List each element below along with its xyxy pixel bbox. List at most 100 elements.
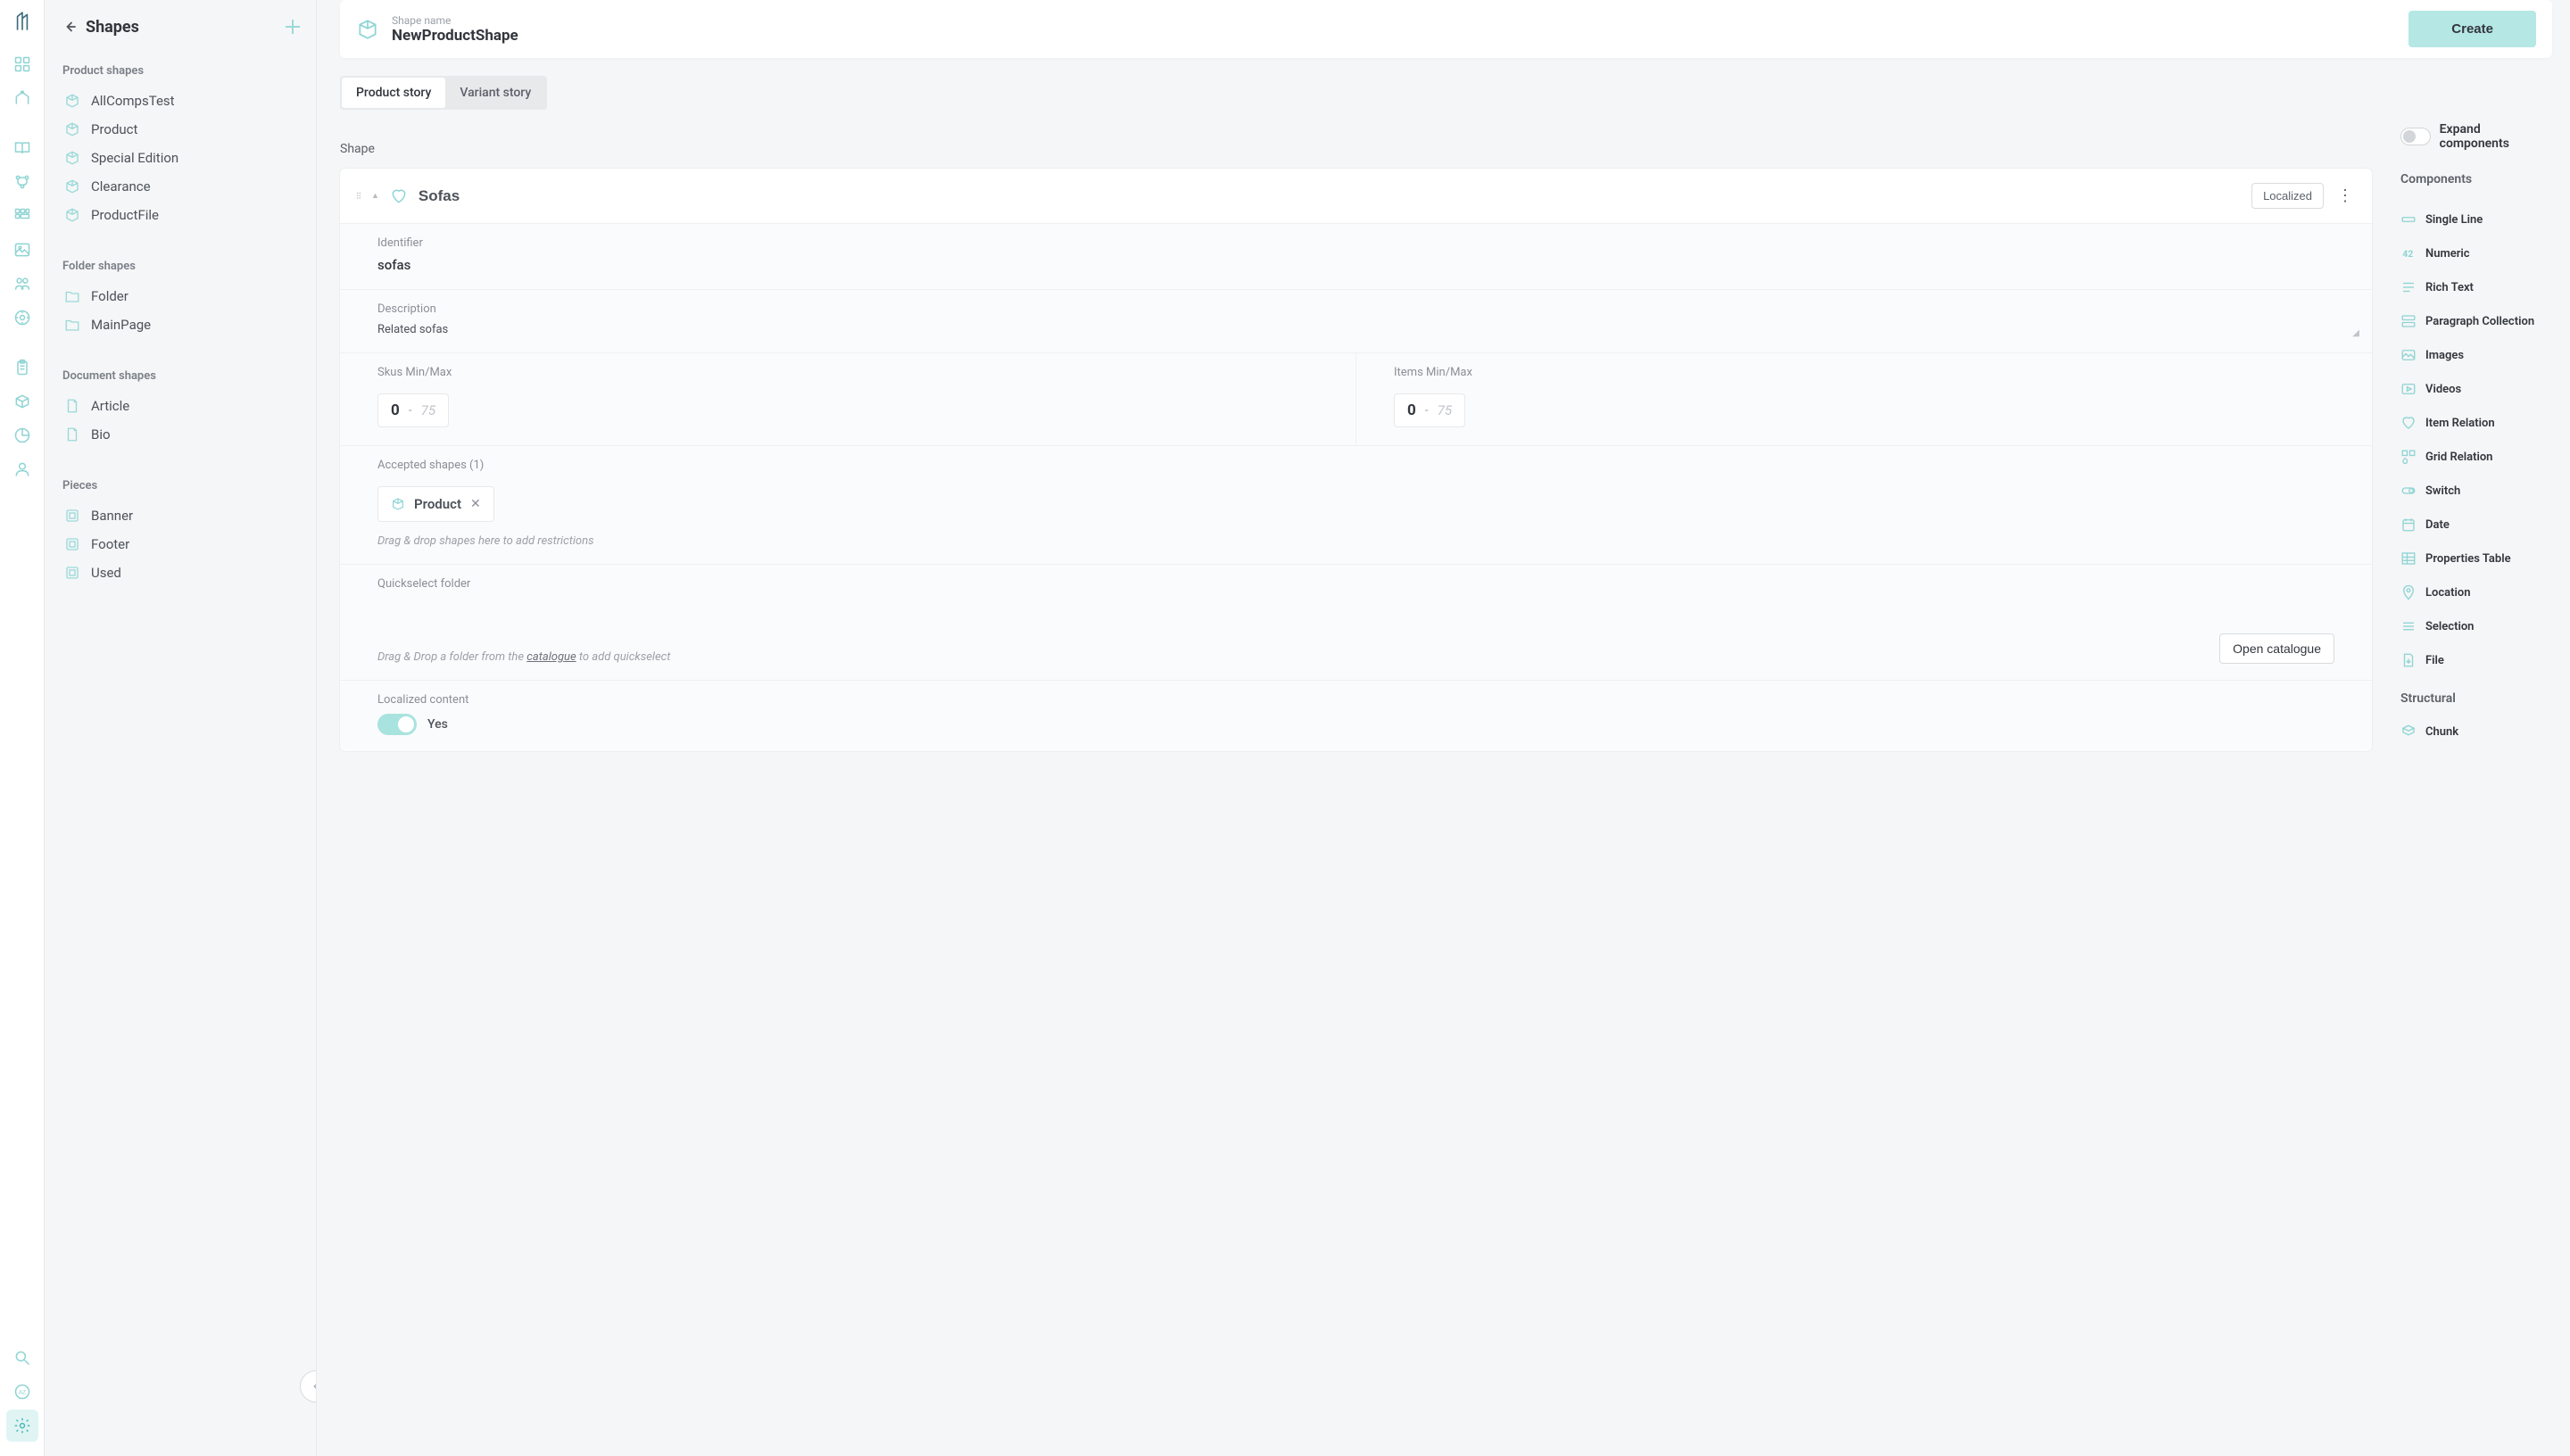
sidebar-item[interactable]: Article bbox=[61, 392, 303, 420]
sidebar-item-label: Product bbox=[91, 121, 137, 137]
description-label: Description bbox=[377, 302, 2334, 316]
component-numeric[interactable]: 42 Numeric bbox=[2400, 236, 2552, 270]
sidebar-item[interactable]: Special Edition bbox=[61, 144, 303, 172]
comp-label: Rich Text bbox=[2425, 281, 2474, 294]
grid-relation-icon bbox=[2400, 449, 2417, 465]
hint-pre: Drag & Drop a folder from the bbox=[377, 650, 526, 664]
rail-catalogue-icon[interactable] bbox=[6, 48, 38, 80]
collapse-icon[interactable]: ▲ bbox=[371, 191, 379, 201]
rail-search-icon[interactable] bbox=[6, 1342, 38, 1374]
comp-label: Numeric bbox=[2425, 247, 2470, 261]
skus-label: Skus Min/Max bbox=[377, 366, 1318, 379]
sidebar-item-label: Article bbox=[91, 398, 129, 414]
back-arrow-icon[interactable] bbox=[61, 18, 79, 36]
component-item-relation[interactable]: Item Relation bbox=[2400, 406, 2552, 440]
section-title-folder: Folder shapes bbox=[62, 260, 303, 273]
shape-name-value[interactable]: NewProductShape bbox=[392, 27, 2396, 45]
localized-yes-label: Yes bbox=[427, 717, 448, 732]
rail-book-icon[interactable] bbox=[6, 132, 38, 164]
rail-clipboard-icon[interactable] bbox=[6, 352, 38, 384]
rail-translate-icon[interactable]: AZ bbox=[6, 1376, 38, 1408]
resize-handle-icon[interactable]: ◢ bbox=[2352, 328, 2359, 338]
sidebar-item-label: Banner bbox=[91, 508, 133, 524]
rail-orders-icon[interactable] bbox=[6, 82, 38, 114]
rail-grid-icon[interactable] bbox=[6, 200, 38, 232]
identifier-label: Identifier bbox=[377, 236, 2334, 250]
sidebar-item[interactable]: Bio bbox=[61, 420, 303, 449]
component-paragraph[interactable]: Paragraph Collection bbox=[2400, 304, 2552, 338]
component-file[interactable]: File bbox=[2400, 643, 2552, 677]
sidebar-item-label: ProductFile bbox=[91, 207, 159, 223]
comp-label: Paragraph Collection bbox=[2425, 315, 2534, 328]
expand-components-toggle[interactable] bbox=[2400, 128, 2431, 145]
rail-cube-icon[interactable] bbox=[6, 385, 38, 418]
localized-toggle[interactable] bbox=[377, 714, 417, 735]
collapse-sidebar-button[interactable] bbox=[300, 1370, 317, 1402]
description-value[interactable]: Related sofas bbox=[377, 323, 2334, 336]
rail-settings-icon[interactable] bbox=[6, 1410, 38, 1442]
sidebar-item-label: Special Edition bbox=[91, 150, 178, 166]
file-icon bbox=[2400, 652, 2417, 668]
remove-chip-icon[interactable]: ✕ bbox=[470, 497, 481, 511]
component-date[interactable]: Date bbox=[2400, 508, 2552, 542]
product-shape-icon bbox=[356, 18, 379, 41]
tabs: Product story Variant story bbox=[340, 76, 547, 110]
component-single-line[interactable]: Single Line bbox=[2400, 203, 2552, 236]
sidebar-item[interactable]: AllCompsTest bbox=[61, 87, 303, 115]
tab-variant-story[interactable]: Variant story bbox=[445, 78, 545, 108]
identifier-value[interactable]: sofas bbox=[377, 257, 2334, 273]
component-videos[interactable]: Videos bbox=[2400, 372, 2552, 406]
skus-minmax-input[interactable]: 0 - 75 bbox=[377, 393, 449, 427]
component-rich-text[interactable]: Rich Text bbox=[2400, 270, 2552, 304]
open-catalogue-button[interactable]: Open catalogue bbox=[2219, 633, 2334, 664]
rail-pipeline-icon[interactable] bbox=[6, 166, 38, 198]
component-images[interactable]: Images bbox=[2400, 338, 2552, 372]
numeric-icon: 42 bbox=[2400, 245, 2417, 261]
more-icon[interactable]: ⋮ bbox=[2334, 186, 2356, 205]
dash: - bbox=[409, 403, 412, 418]
comp-label: Chunk bbox=[2425, 725, 2458, 739]
localized-button[interactable]: Localized bbox=[2251, 183, 2324, 209]
sidebar-item[interactable]: Clearance bbox=[61, 172, 303, 201]
rail-users-icon[interactable] bbox=[6, 268, 38, 300]
section-title-pieces: Pieces bbox=[62, 479, 303, 492]
heart-icon bbox=[390, 187, 408, 205]
rail-image-icon[interactable] bbox=[6, 234, 38, 266]
sidebar-item[interactable]: Used bbox=[61, 558, 303, 587]
sidebar-title: Shapes bbox=[86, 18, 275, 37]
sidebar-item[interactable]: MainPage bbox=[61, 310, 303, 339]
component-switch[interactable]: Switch bbox=[2400, 474, 2552, 508]
component-location[interactable]: Location bbox=[2400, 575, 2552, 609]
chip-label: Product bbox=[414, 496, 461, 512]
selection-icon bbox=[2400, 618, 2417, 634]
drag-handle-icon[interactable]: ⁝⁝ bbox=[356, 190, 361, 202]
section-title-product: Product shapes bbox=[62, 64, 303, 78]
component-properties-table[interactable]: Properties Table bbox=[2400, 542, 2552, 575]
document-icon bbox=[64, 426, 80, 443]
card-title-input[interactable] bbox=[419, 187, 2241, 205]
items-minmax-input[interactable]: 0 - 75 bbox=[1394, 393, 1465, 427]
component-selection[interactable]: Selection bbox=[2400, 609, 2552, 643]
rail-webhooks-icon[interactable] bbox=[6, 302, 38, 334]
sidebar-item[interactable]: Footer bbox=[61, 530, 303, 558]
sidebar: Shapes Product shapes AllCompsTest Produ… bbox=[45, 0, 317, 1456]
component-grid-relation[interactable]: Grid Relation bbox=[2400, 440, 2552, 474]
sidebar-item[interactable]: Banner bbox=[61, 501, 303, 530]
catalogue-link[interactable]: catalogue bbox=[526, 650, 576, 664]
component-chunk[interactable]: Chunk bbox=[2400, 715, 2552, 749]
skus-min: 0 bbox=[391, 401, 400, 419]
sidebar-item[interactable]: Folder bbox=[61, 282, 303, 310]
create-button[interactable]: Create bbox=[2408, 11, 2536, 47]
add-shape-icon[interactable] bbox=[282, 16, 303, 37]
sidebar-item[interactable]: ProductFile bbox=[61, 201, 303, 229]
logo-icon[interactable] bbox=[11, 11, 34, 34]
comp-label: Properties Table bbox=[2425, 552, 2511, 566]
rail-chart-icon[interactable] bbox=[6, 419, 38, 451]
sidebar-item[interactable]: Product bbox=[61, 115, 303, 144]
chunk-icon bbox=[2400, 724, 2417, 740]
table-icon bbox=[2400, 550, 2417, 567]
rail-user-icon[interactable] bbox=[6, 453, 38, 485]
product-shape-icon bbox=[391, 497, 405, 511]
images-icon bbox=[2400, 347, 2417, 363]
tab-product-story[interactable]: Product story bbox=[342, 78, 445, 108]
